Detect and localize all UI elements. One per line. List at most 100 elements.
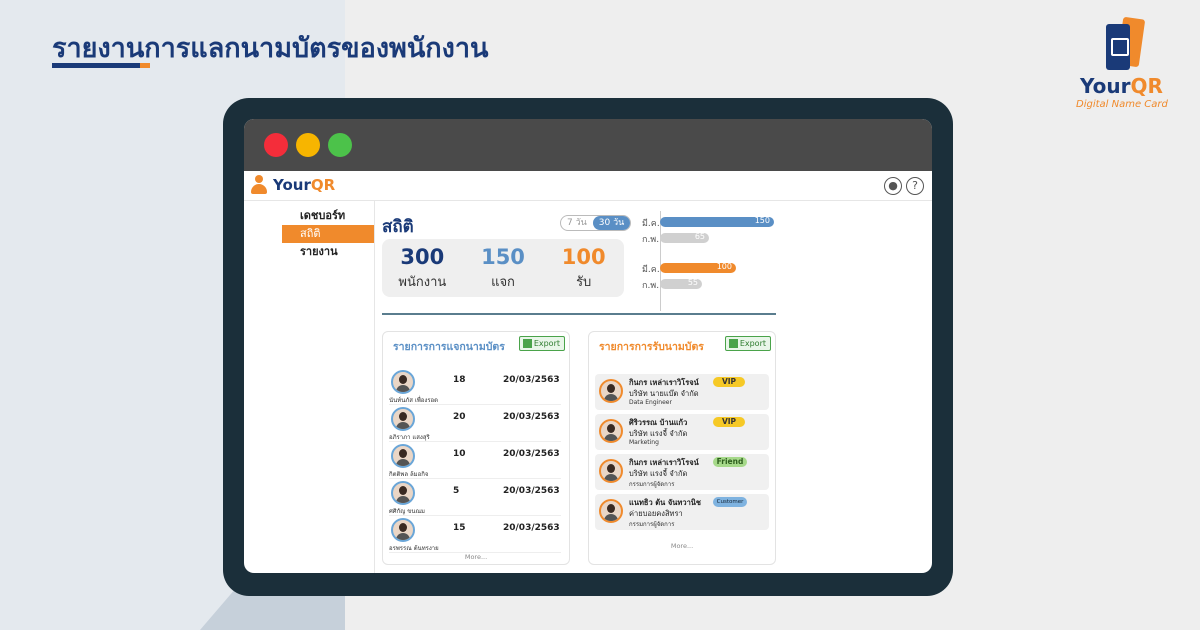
app-body: เดชบอร์ท สถิติ รายงาน สถิติ 7 วัน 30 วัน… [244,201,932,573]
stat-label: พนักงาน [398,275,447,290]
export-label: Export [739,339,766,348]
given-row[interactable]: อภิราภา แสงสุริ 20 20/03/2563 [389,405,561,442]
given-count: 18 [453,375,466,385]
given-row[interactable]: นันท์นภัส เพื่องรอด 18 20/03/2563 [389,368,561,405]
received-more-link[interactable]: More... [589,542,775,550]
employee-name: กิตติพล ล้มอกิจ [389,471,429,478]
laptop-frame: YourQR ● ? เดชบอร์ท สถิติ รายงาน สถิติ 7… [223,98,953,596]
bar-value: 65 [694,232,705,241]
stat-value: 300 [400,245,445,269]
received-cards-panel: รายการการรับนามบัตร Export กินกร เหล่าเร… [588,331,776,565]
range-7-days[interactable]: 7 วัน [561,216,593,230]
contact-tag: VIP [713,377,745,387]
given-date: 20/03/2563 [503,486,560,496]
given-panel-title: รายการการแจกนามบัตร [393,341,505,353]
stats-title: สถิติ [382,217,414,237]
bar-label: ก.พ. [642,281,660,291]
received-row[interactable]: กินกร เหล่าเราวิโรจน์ บริษัท แรงจี้ จำกั… [595,454,769,490]
contact-position: Marketing [629,439,659,446]
sidebar-item-dashboard[interactable]: เดชบอร์ท [282,207,374,225]
received-row[interactable]: ศิริวรรณ บ้านแก้ว บริษัท แรงจี้ จำกัด Ma… [595,414,769,450]
avatar [599,499,623,523]
bar-label: ก.พ. [642,235,660,245]
given-count: 5 [453,486,460,496]
brand-name: YourQR [1080,74,1163,98]
avatar [391,444,415,468]
window-titlebar [244,119,932,171]
app-screen: YourQR ● ? เดชบอร์ท สถิติ รายงาน สถิติ 7… [244,119,932,573]
avatar [391,481,415,505]
user-icon[interactable]: ● [884,177,902,195]
app-header: YourQR ● ? [244,171,932,201]
app-logo[interactable]: YourQR [250,175,335,195]
contact-tag: Customer [713,497,747,507]
given-count: 20 [453,412,466,422]
bar-label: มี.ค. [642,219,660,229]
given-date: 20/03/2563 [503,449,560,459]
brand-tagline: Digital Name Card [1076,99,1168,110]
stat-summary: 300 พนักงาน 150 แจก 100 รับ [382,239,624,297]
title-underline [52,63,150,68]
employee-name: อภิราภา แสงสุริ [389,434,430,441]
range-30-days[interactable]: 30 วัน [592,216,631,230]
given-row[interactable]: กิตติพล ล้มอกิจ 10 20/03/2563 [389,442,561,479]
excel-icon [522,339,532,348]
given-cards-panel: รายการการแจกนามบัตร Export นันท์นภัส เพื… [382,331,570,565]
excel-icon [728,339,738,348]
stat-label: แจก [491,275,515,290]
avatar [391,518,415,542]
bar: 100 [660,262,736,273]
given-more-link[interactable]: More... [383,553,569,561]
sidebar-divider [374,201,375,573]
avatar [599,419,623,443]
avatar [599,459,623,483]
bar: 150 [660,216,774,227]
employee-name: ศศิกัญ ขนณม [389,508,425,515]
received-row[interactable]: แนทธิว ต้น จันทวานิช ค่ายบอยคงสิทรา กรรม… [595,494,769,530]
contact-position: กรรมการผู้จัดการ [629,521,675,528]
stat-value: 150 [481,245,525,269]
bar-value: 55 [687,278,698,287]
given-date: 20/03/2563 [503,523,560,533]
bar-row: ก.พ. 55 [642,277,776,291]
bar: 55 [660,278,702,289]
given-row[interactable]: อรพรรณ ต้นทรงาย 15 20/03/2563 [389,516,561,553]
avatar [391,370,415,394]
given-count: 15 [453,523,466,533]
stat-given: 150 แจก [463,239,544,297]
close-window-button[interactable] [264,133,288,157]
help-icon[interactable]: ? [906,177,924,195]
given-date: 20/03/2563 [503,375,560,385]
person-logo-icon [250,175,268,195]
employee-name: อรพรรณ ต้นทรงาย [389,545,439,552]
received-row[interactable]: กินกร เหล่าเราวิโรจน์ บริษัท นายแบ๊ต จำก… [595,374,769,410]
section-divider [382,313,776,315]
employee-name: นันท์นภัส เพื่องรอด [389,397,439,404]
bar: 65 [660,232,709,243]
stat-employees: 300 พนักงาน [382,239,463,297]
sidebar-item-stats[interactable]: สถิติ [282,225,374,243]
stat-received: 100 รับ [543,239,624,297]
sidebar-item-report[interactable]: รายงาน [282,243,374,261]
maximize-window-button[interactable] [328,133,352,157]
given-row[interactable]: ศศิกัญ ขนณม 5 20/03/2563 [389,479,561,516]
contact-position: กรรมการผู้จัดการ [629,481,675,488]
sidebar: เดชบอร์ท สถิติ รายงาน [282,207,374,261]
given-date: 20/03/2563 [503,412,560,422]
contact-position: Data Engineer [629,399,672,406]
bar-row: มี.ค. 150 [642,215,776,229]
minimize-window-button[interactable] [296,133,320,157]
received-list: กินกร เหล่าเราวิโรจน์ บริษัท นายแบ๊ต จำก… [595,374,769,534]
export-given-button[interactable]: Export [518,336,565,351]
bar-row: มี.ค. 100 [642,261,776,275]
brand-logo: YourQR Digital Name Card [1070,16,1180,118]
given-count: 10 [453,449,466,459]
stat-value: 100 [561,245,606,269]
received-panel-title: รายการการรับนามบัตร [599,341,704,353]
bar-label: มี.ค. [642,265,660,275]
name-card-icon [1104,16,1148,72]
avatar [391,407,415,431]
bar-value: 150 [754,216,770,225]
export-received-button[interactable]: Export [724,336,771,351]
stat-label: รับ [576,275,592,290]
